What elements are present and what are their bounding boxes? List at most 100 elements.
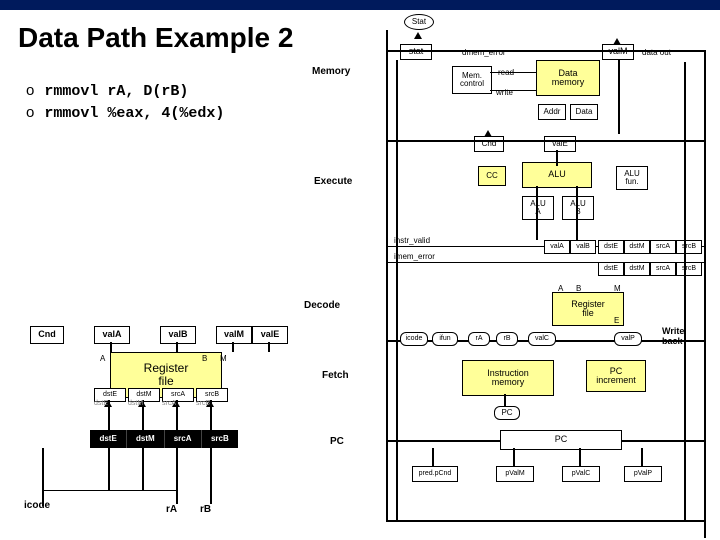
pValM: pValM [496, 466, 534, 482]
valM-left: valM [216, 326, 252, 344]
code-line-2: rmmovl %eax, 4(%edx) [44, 105, 224, 122]
port-M-l: M [220, 354, 227, 363]
pValC: pValC [562, 466, 600, 482]
vale-box: valE [544, 136, 576, 152]
pc-big-box: PC [500, 430, 622, 450]
port-A: A [558, 284, 563, 293]
pred-cnd: pred.pCnd [412, 466, 458, 482]
stage-execute-label: Execute [314, 176, 352, 187]
wire [108, 448, 110, 490]
rA-oval: rA [468, 332, 490, 346]
wire [490, 72, 536, 73]
wire [576, 186, 578, 240]
pValP: pValP [624, 466, 662, 482]
valC-oval: valC [528, 332, 556, 346]
page-title: Data Path Example 2 [18, 22, 293, 54]
dstE-port: dstE [598, 240, 624, 254]
wire [176, 342, 178, 352]
wire [142, 448, 144, 490]
icode-oval: icode [400, 332, 428, 346]
srcB-port: srcB [676, 240, 702, 254]
wire [232, 342, 234, 352]
alu-fun-box: ALU fun. [616, 166, 648, 190]
cnd-box: Cnd [474, 136, 504, 152]
valA-left: valA [94, 326, 130, 344]
srcA-port-b: srcA [650, 262, 676, 276]
wire [110, 342, 112, 352]
code-line-1: rmmovl rA, D(rB) [44, 83, 188, 100]
wire [176, 448, 178, 504]
sel-srcA: srcA [165, 430, 202, 448]
wire [579, 448, 581, 466]
instr-valid-label: instr_valid [394, 236, 430, 245]
alu-b-box: ALU B [562, 196, 594, 220]
wire [618, 60, 620, 134]
stage-fetch-label: Fetch [322, 370, 349, 381]
valA-port: valA [544, 240, 570, 254]
bottom-rail [386, 520, 704, 522]
wire [210, 448, 212, 504]
imem-error-label: imem_error [394, 252, 435, 261]
top-rail [386, 50, 704, 52]
wire [641, 448, 643, 466]
instruction-memory: Instruction memory [462, 360, 554, 396]
rB-label-left: rB [200, 504, 211, 515]
spine-left [386, 30, 388, 520]
bullet: o [26, 82, 34, 99]
bullet: o [26, 104, 34, 121]
mem-control: Mem. control [452, 66, 492, 94]
valB-left: valB [160, 326, 196, 344]
port-E: E [614, 316, 619, 325]
wire [536, 186, 538, 240]
cnd-left: Cnd [30, 326, 64, 344]
spine-right [704, 50, 706, 538]
stage-pc-label: PC [330, 436, 344, 447]
alu-a-box: ALU A [522, 196, 554, 220]
wire [268, 342, 270, 352]
port-B-l: B [202, 354, 207, 363]
arrow [484, 130, 492, 137]
dstE-port-b: dstE [598, 262, 624, 276]
ifun-oval: ifun [432, 332, 458, 346]
pc-increment: PC increment [586, 360, 646, 392]
selector-bar: dstE dstM srcA srcB [90, 430, 238, 448]
sel-srcB: srcB [202, 430, 238, 448]
wire [513, 448, 515, 466]
dstM-port-b: dstM [624, 262, 650, 276]
stat-oval: Stat [404, 14, 434, 30]
header-bar [0, 0, 720, 10]
valM-box: valM [602, 44, 634, 60]
port-A-l: A [100, 354, 105, 363]
code-lines: o rmmovl rA, D(rB) o rmmovl %eax, 4(%edx) [26, 78, 224, 126]
rA-label-left: rA [166, 504, 177, 515]
long-wire [684, 62, 686, 520]
wire [556, 150, 558, 166]
exe-rail [386, 140, 704, 142]
data-memory: Data memory [536, 60, 600, 96]
valE-left: valE [252, 326, 288, 344]
srcA-port: srcA [650, 240, 676, 254]
rB-oval: rB [496, 332, 518, 346]
arrow [414, 32, 422, 39]
wire [490, 90, 536, 91]
srcB-port-b: srcB [676, 262, 702, 276]
sel-dstE: dstE [90, 430, 127, 448]
port-M: M [614, 284, 621, 293]
stage-memory-label: Memory [312, 66, 350, 77]
port-B: B [576, 284, 581, 293]
icode-label-left: icode [24, 500, 50, 511]
wire [42, 490, 177, 491]
wire [432, 448, 434, 466]
arrow [613, 38, 621, 45]
sel-dstM: dstM [127, 430, 164, 448]
stat-box: stat [400, 44, 432, 60]
addr-box: Addr [538, 104, 566, 120]
valB-port: valB [570, 240, 596, 254]
dstM-port: dstM [624, 240, 650, 254]
write-back-label: Write back [662, 326, 684, 346]
valP-oval: valP [614, 332, 642, 346]
data-box: Data [570, 104, 598, 120]
cc-box: CC [478, 166, 506, 186]
long-wire [396, 60, 398, 520]
wire [42, 448, 44, 506]
